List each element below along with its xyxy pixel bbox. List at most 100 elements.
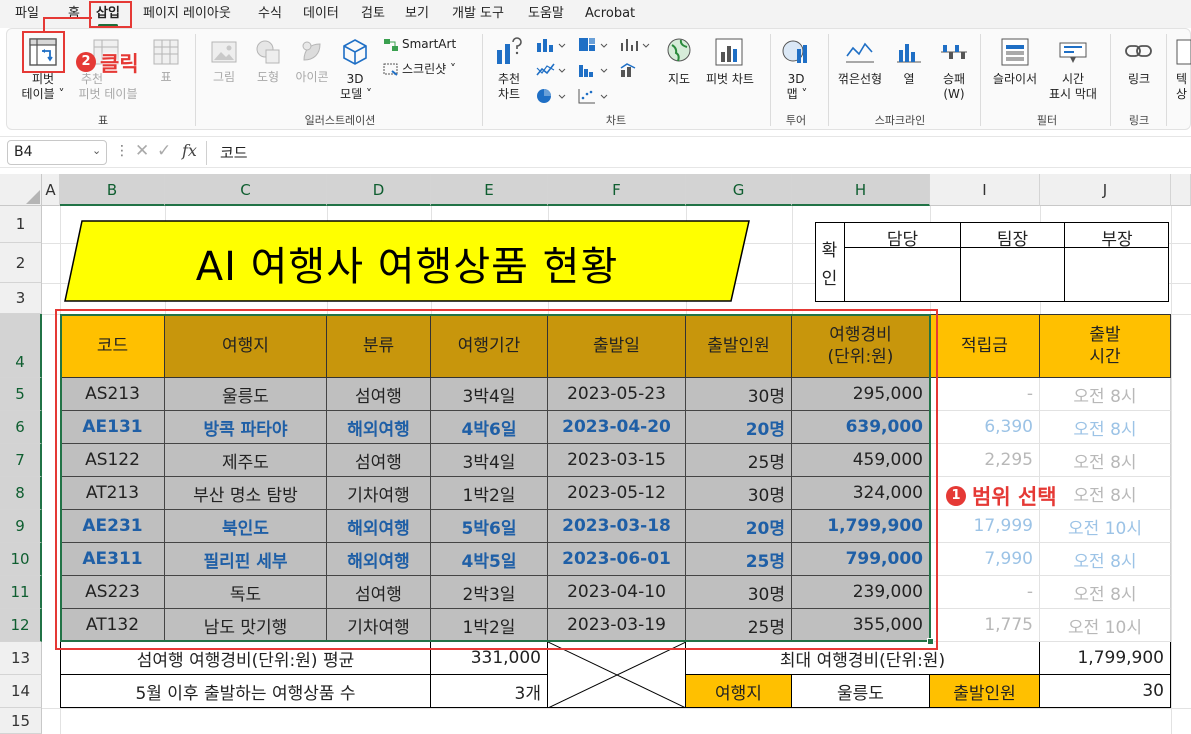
column-sparkline-icon[interactable] bbox=[896, 40, 922, 64]
menu-developer[interactable]: 개발 도구 bbox=[452, 4, 504, 24]
smartart-icon[interactable] bbox=[383, 38, 399, 52]
text-label-2: 상 bbox=[1176, 87, 1188, 101]
shapes-label: 도형 bbox=[256, 70, 280, 84]
column-header-h[interactable]: H bbox=[792, 174, 930, 206]
select-all-triangle-icon bbox=[26, 190, 40, 204]
column-header-b[interactable]: B bbox=[60, 174, 165, 206]
menu-help[interactable]: 도움말 bbox=[528, 4, 564, 24]
row-header-12[interactable]: 12 bbox=[0, 609, 42, 642]
row-header-5[interactable]: 5 bbox=[0, 378, 42, 411]
column-header-j[interactable]: J bbox=[1040, 174, 1171, 206]
enter-icon[interactable]: ✓ bbox=[157, 141, 171, 161]
column-chart-icon[interactable] bbox=[536, 37, 566, 53]
column-header-f[interactable]: F bbox=[548, 174, 686, 206]
winloss-label-1: 승패 bbox=[942, 72, 966, 86]
3d-model-icon[interactable] bbox=[341, 37, 369, 67]
row-header-7[interactable]: 7 bbox=[0, 444, 42, 477]
row-header-10[interactable]: 10 bbox=[0, 543, 42, 576]
row-header-3[interactable]: 3 bbox=[0, 283, 42, 314]
cell-points[interactable]: 7,990 bbox=[930, 543, 1040, 576]
cell-points[interactable]: 1,775 bbox=[930, 609, 1040, 642]
cell-points[interactable]: 17,999 bbox=[930, 510, 1040, 543]
row-header-4[interactable]: 4 bbox=[0, 314, 42, 378]
column-header-i[interactable]: I bbox=[930, 174, 1040, 206]
cell-time[interactable]: 오전 10시 bbox=[1040, 510, 1171, 543]
cell-time[interactable]: 오전 8시 bbox=[1040, 477, 1171, 510]
shapes-icon[interactable] bbox=[254, 38, 282, 66]
menu-file[interactable]: 파일 bbox=[15, 4, 39, 24]
cancel-icon[interactable]: ✕ bbox=[135, 141, 149, 161]
cell-time[interactable]: 오전 8시 bbox=[1040, 378, 1171, 411]
row-header-1[interactable]: 1 bbox=[0, 206, 42, 243]
menu-review[interactable]: 검토 bbox=[361, 4, 385, 24]
count-value[interactable]: 3개 bbox=[431, 675, 548, 708]
header-departure-time[interactable]: 출발 시간 bbox=[1040, 314, 1171, 378]
column-header-c[interactable]: C bbox=[165, 174, 327, 206]
combo-chart-icon[interactable] bbox=[620, 62, 650, 78]
winloss-sparkline-icon[interactable] bbox=[940, 40, 968, 64]
cell-points[interactable]: 2,295 bbox=[930, 444, 1040, 477]
line-sparkline-icon[interactable] bbox=[845, 40, 875, 64]
row-header-11[interactable]: 11 bbox=[0, 576, 42, 609]
cell-points[interactable]: - bbox=[930, 378, 1040, 411]
cell-time[interactable]: 오전 8시 bbox=[1040, 576, 1171, 609]
cell-time[interactable]: 오전 8시 bbox=[1040, 543, 1171, 576]
cell-time[interactable]: 오전 10시 bbox=[1040, 609, 1171, 642]
menu-formulas[interactable]: 수식 bbox=[258, 4, 282, 24]
column-header-g[interactable]: G bbox=[686, 174, 792, 206]
cell-points[interactable]: - bbox=[930, 576, 1040, 609]
header-points[interactable]: 적립금 bbox=[930, 314, 1040, 378]
text-box-icon[interactable] bbox=[1174, 38, 1191, 66]
formula-input[interactable]: 코드 bbox=[220, 142, 248, 163]
slicer-icon[interactable] bbox=[1000, 37, 1030, 67]
insert-function-icon[interactable]: fx bbox=[182, 141, 197, 160]
row-header-9[interactable]: 9 bbox=[0, 510, 42, 543]
row-header-15[interactable]: 15 bbox=[0, 708, 42, 734]
screenshot-icon[interactable] bbox=[383, 62, 399, 76]
cell-time[interactable]: 오전 8시 bbox=[1040, 411, 1171, 444]
row-header-13[interactable]: 13 bbox=[0, 642, 42, 675]
pivot-chart-icon[interactable] bbox=[714, 37, 744, 67]
screenshot-label[interactable]: 스크린샷 ˅ bbox=[402, 62, 456, 77]
menu-data[interactable]: 데이터 bbox=[303, 4, 339, 24]
column-header-a[interactable]: A bbox=[42, 174, 60, 206]
scatter-chart-icon[interactable] bbox=[578, 88, 608, 104]
link-icon[interactable] bbox=[1124, 40, 1154, 62]
pie-chart-icon[interactable] bbox=[536, 88, 566, 104]
column-header-e[interactable]: E bbox=[431, 174, 548, 206]
timeline-icon[interactable] bbox=[1058, 37, 1088, 67]
recommended-charts-icon[interactable] bbox=[494, 36, 524, 66]
cell-points[interactable]: 6,390 bbox=[930, 411, 1040, 444]
recommended-pivot-label-2: 피벗 테이블 bbox=[78, 87, 138, 101]
menu-page-layout[interactable]: 페이지 레이아웃 bbox=[143, 4, 231, 24]
lookup-dest-value[interactable]: 울릉도 bbox=[792, 675, 930, 708]
annotation-connector bbox=[43, 18, 45, 31]
menu-view[interactable]: 보기 bbox=[405, 4, 429, 24]
row-header-14[interactable]: 14 bbox=[0, 675, 42, 708]
menu-acrobat[interactable]: Acrobat bbox=[585, 4, 635, 24]
links-group-label: 링크 bbox=[1128, 114, 1150, 127]
step2-badge: 2 bbox=[76, 52, 96, 72]
tour-group-label: 투어 bbox=[785, 114, 807, 127]
menu-home[interactable]: 홈 bbox=[68, 4, 80, 24]
icons-icon[interactable] bbox=[298, 38, 326, 66]
column-header-k[interactable] bbox=[1171, 174, 1191, 206]
maps-icon[interactable] bbox=[666, 37, 692, 65]
smartart-label[interactable]: SmartArt bbox=[402, 37, 456, 52]
row-header-8[interactable]: 8 bbox=[0, 477, 42, 510]
max-value[interactable]: 1,799,900 bbox=[1040, 642, 1171, 675]
row-header-2[interactable]: 2 bbox=[0, 243, 42, 283]
picture-icon[interactable] bbox=[210, 40, 238, 64]
row-header-6[interactable]: 6 bbox=[0, 411, 42, 444]
cell-time[interactable]: 오전 8시 bbox=[1040, 444, 1171, 477]
illustrations-group-label: 일러스트레이션 bbox=[304, 114, 376, 127]
column-header-d[interactable]: D bbox=[327, 174, 431, 206]
3d-map-icon[interactable] bbox=[781, 37, 811, 67]
header-time-line2: 시간 bbox=[1089, 347, 1121, 367]
line-chart-icon[interactable] bbox=[536, 62, 566, 78]
lookup-people-value[interactable]: 30 bbox=[1040, 675, 1171, 708]
name-box-dropdown-icon[interactable]: ⌄ bbox=[92, 144, 101, 157]
statistic-chart-icon[interactable] bbox=[578, 62, 608, 78]
hierarchy-chart-icon[interactable] bbox=[578, 37, 608, 53]
waterfall-chart-icon[interactable] bbox=[620, 37, 650, 53]
